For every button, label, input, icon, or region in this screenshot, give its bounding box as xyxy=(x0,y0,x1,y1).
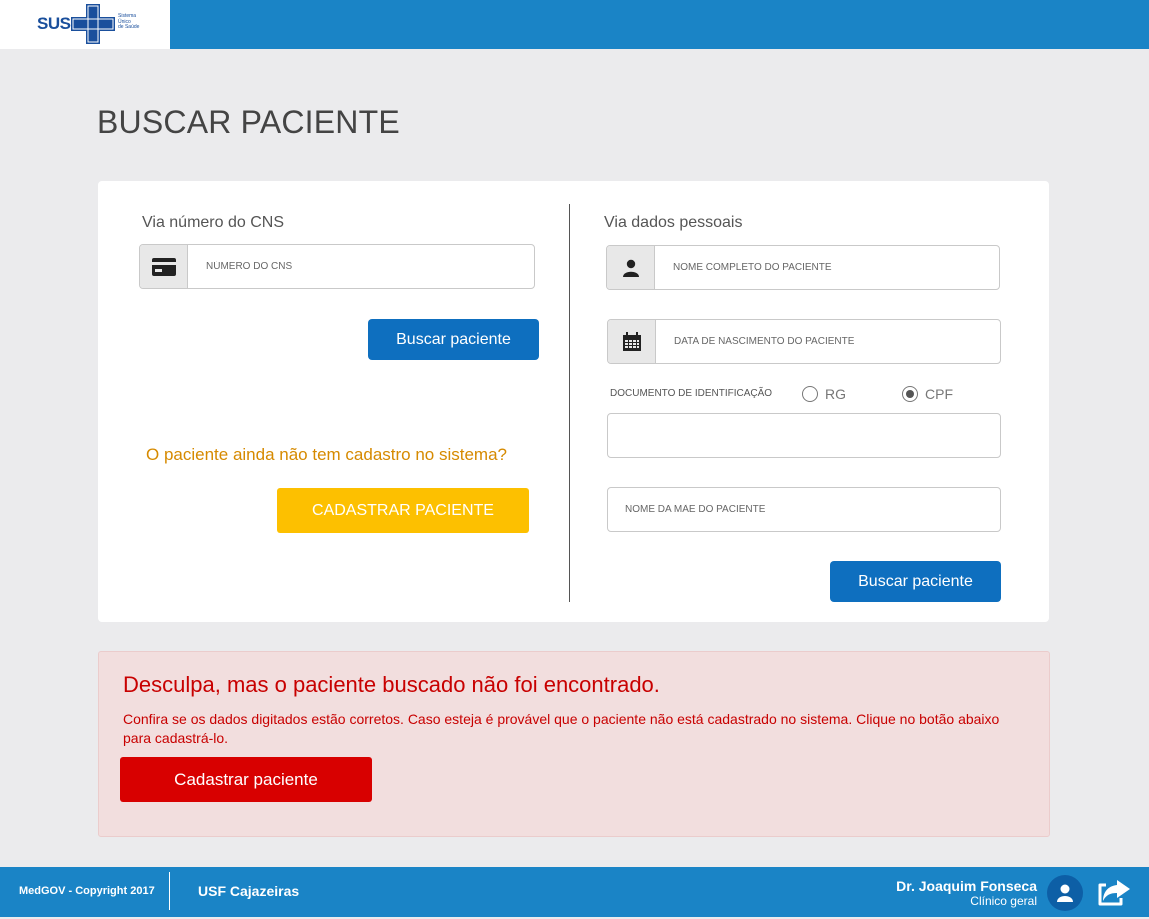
radio-rg-label: RG xyxy=(825,386,846,402)
id-card-icon xyxy=(140,245,188,288)
logo-name: SUS xyxy=(37,14,71,33)
logo-subtitle: Sistema Único de Saúde xyxy=(118,13,150,31)
column-divider xyxy=(569,204,570,602)
birthdate-input[interactable] xyxy=(656,320,1000,363)
radio-rg-circle[interactable] xyxy=(802,386,818,402)
user-role: Clínico geral xyxy=(970,894,1037,908)
copyright: MedGOV - Copyright 2017 xyxy=(19,885,155,897)
radio-cpf-selected-dot xyxy=(906,390,914,398)
radio-cpf-label: CPF xyxy=(925,386,953,402)
page-title: BUSCAR PACIENTE xyxy=(97,104,400,140)
top-bar: SUS Sistema Único de Saúde xyxy=(0,0,1149,49)
no-registration-question: O paciente ainda não tem cadastro no sis… xyxy=(146,445,507,464)
birthdate-input-group xyxy=(607,319,1001,364)
personal-search-button[interactable]: Buscar paciente xyxy=(830,561,1001,602)
calendar-icon xyxy=(608,320,656,363)
radio-rg[interactable]: RG xyxy=(802,386,846,402)
avatar-icon[interactable] xyxy=(1047,875,1083,911)
alert-message: Confira se os dados digitados estão corr… xyxy=(123,711,1000,746)
alert-title: Desculpa, mas o paciente buscado não foi… xyxy=(123,672,660,697)
footer-divider xyxy=(169,872,170,910)
logo-subtitle-line: de Saúde xyxy=(118,24,140,30)
user-name: Dr. Joaquim Fonseca xyxy=(896,878,1037,894)
alert-register-button[interactable]: Cadastrar paciente xyxy=(120,757,372,802)
document-type-label: DOCUMENTO DE IDENTIFICAÇÃO xyxy=(610,388,773,399)
document-number-input[interactable] xyxy=(608,414,1000,457)
search-card: Via número do CNS Buscar paciente O paci… xyxy=(98,181,1049,622)
document-number-field xyxy=(607,413,1001,458)
register-patient-button[interactable]: CADASTRAR PACIENTE xyxy=(277,488,529,533)
cns-number-input[interactable] xyxy=(188,245,534,288)
patient-name-input[interactable] xyxy=(655,246,999,289)
cns-section-label: Via número do CNS xyxy=(142,214,284,231)
radio-cpf[interactable]: CPF xyxy=(902,386,953,402)
user-info: Dr. Joaquim Fonseca Clínico geral xyxy=(896,878,1037,908)
user-icon xyxy=(607,246,655,289)
mother-name-field xyxy=(607,487,1001,532)
logout-icon[interactable] xyxy=(1097,876,1133,908)
cns-input-group xyxy=(139,244,535,289)
footer: MedGOV - Copyright 2017 USF Cajazeiras D… xyxy=(0,867,1149,917)
health-unit: USF Cajazeiras xyxy=(198,883,300,899)
not-found-alert: Desculpa, mas o paciente buscado não foi… xyxy=(98,651,1050,837)
name-input-group xyxy=(606,245,1000,290)
sus-logo[interactable]: SUS Sistema Único de Saúde xyxy=(0,0,170,49)
mother-name-input[interactable] xyxy=(608,488,1000,531)
personal-section-label: Via dados pessoais xyxy=(604,214,743,231)
cns-search-button[interactable]: Buscar paciente xyxy=(368,319,539,360)
radio-cpf-circle[interactable] xyxy=(902,386,918,402)
sus-cross-logo-icon xyxy=(71,4,115,44)
